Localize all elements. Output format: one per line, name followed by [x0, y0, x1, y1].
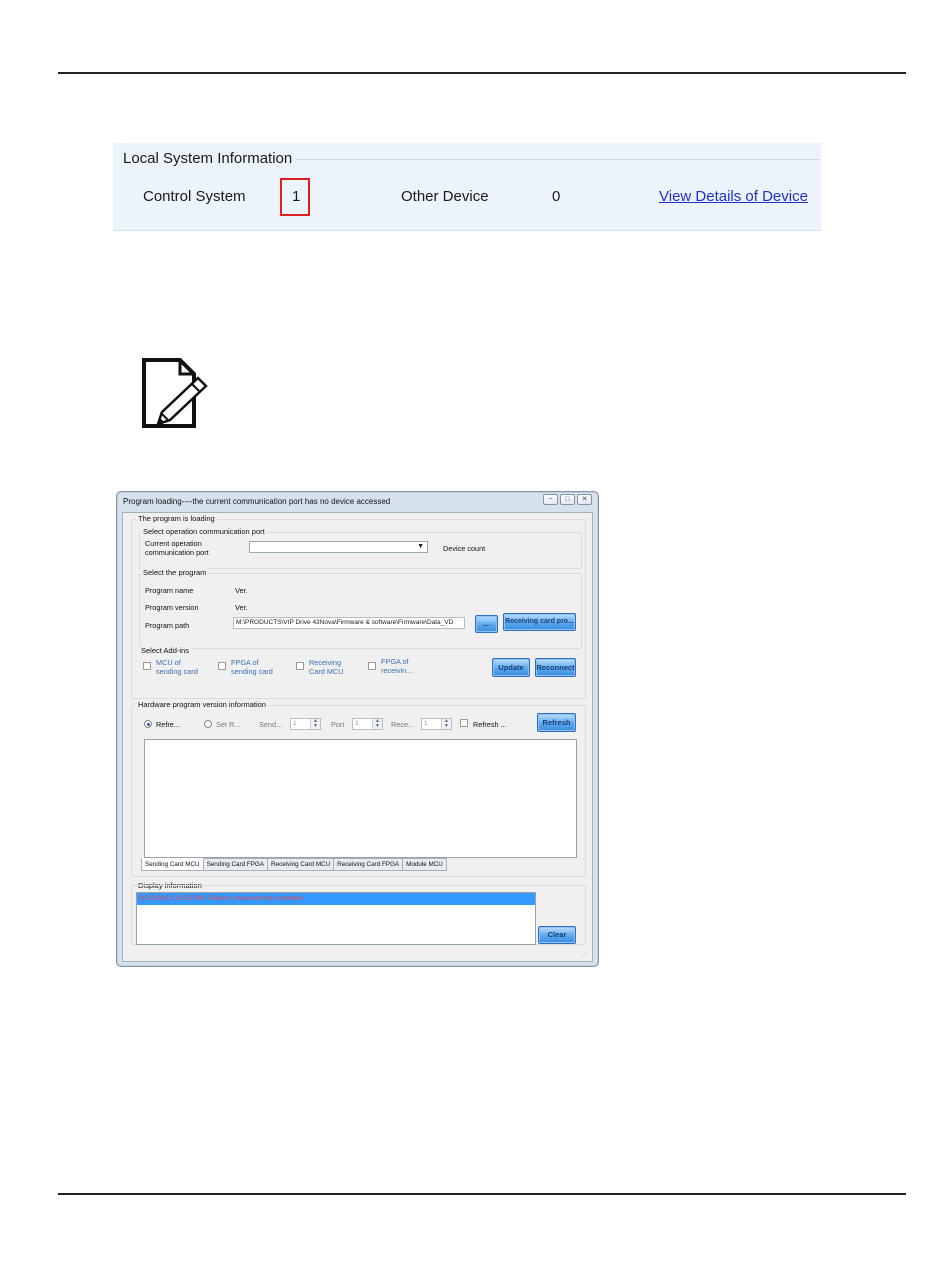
tab-module-mcu[interactable]: Module MCU: [403, 858, 447, 871]
tab-receiving-card-mcu[interactable]: Receiving Card MCU: [268, 858, 335, 871]
tab-sending-card-mcu[interactable]: Sending Card MCU: [141, 858, 204, 871]
port-stepper[interactable]: 1 ▲ ▼: [352, 718, 383, 730]
note-pencil-icon: [142, 358, 208, 428]
set-mode-radio[interactable]: [204, 720, 212, 728]
window-controls: − □ ✕: [543, 494, 592, 505]
panel-title: Local System Information: [123, 150, 297, 167]
dialog-client-area: The program is loading Select operation …: [122, 512, 593, 962]
addin-checkbox-mcu-sending[interactable]: [143, 662, 151, 670]
tab-receiving-card-fpga[interactable]: Receiving Card FPGA: [334, 858, 404, 871]
program-group: [139, 573, 582, 649]
minimize-button[interactable]: −: [543, 494, 558, 505]
refresh-mode-label: Refre...: [156, 720, 180, 729]
view-details-link[interactable]: View Details of Device: [659, 188, 808, 205]
send-stepper-value: 1: [293, 720, 297, 727]
other-device-label: Other Device: [401, 188, 489, 205]
display-info-log[interactable]: 5/13/2016 2:31:35 PM--Failed to reconnec…: [136, 892, 536, 945]
current-port-label: Current operation communication port: [145, 539, 209, 557]
program-path-field[interactable]: M:\PRODUCTS\VIP Drive 43Nova\Firmware & …: [233, 617, 465, 629]
refresh-mode-radio[interactable]: [144, 720, 152, 728]
receiving-card-program-button[interactable]: Receiving card pro...: [503, 613, 576, 631]
program-name-label: Program name: [145, 586, 194, 595]
addin-label-fpga-receiving: FPGA of receivin...: [381, 657, 413, 675]
send-stepper[interactable]: 1 ▲ ▼: [290, 718, 321, 730]
other-device-count: 0: [552, 188, 561, 205]
refresh-button[interactable]: Refresh: [537, 713, 576, 732]
dialog-title: Program loading----the current communica…: [123, 497, 391, 506]
device-count-label: Device count: [443, 544, 486, 553]
hardware-version-output[interactable]: [144, 739, 577, 858]
tab-sending-card-fpga[interactable]: Sending Card FPGA: [203, 858, 269, 871]
program-loading-dialog: Program loading----the current communica…: [116, 491, 599, 967]
program-version-value: Ver.: [235, 603, 248, 612]
port-label: Port: [331, 720, 345, 729]
communication-port-combo[interactable]: ▼: [249, 541, 428, 553]
receiving-stepper[interactable]: 1 ▲ ▼: [421, 718, 452, 730]
program-path-label: Program path: [145, 621, 190, 630]
program-group-label: Select the program: [141, 568, 209, 577]
log-entry[interactable]: 5/13/2016 2:31:35 PM--Failed to reconnec…: [137, 893, 535, 905]
program-loading-group-label: The program is loading: [136, 514, 217, 523]
stepper-arrows-icon[interactable]: ▲ ▼: [441, 719, 451, 729]
auto-refresh-checkbox[interactable]: [460, 719, 468, 727]
maximize-button[interactable]: □: [560, 494, 575, 505]
reconnect-button[interactable]: Reconnect: [535, 658, 576, 677]
addin-label-mcu-sending: MCU of sending card: [156, 658, 198, 676]
addin-checkbox-fpga-sending[interactable]: [218, 662, 226, 670]
port-stepper-value: 1: [355, 720, 359, 727]
program-version-label: Program version: [145, 603, 199, 612]
control-system-label: Control System: [143, 188, 246, 205]
send-label: Send...: [259, 720, 283, 729]
clear-button[interactable]: Clear: [538, 926, 576, 944]
receiving-label: Rece...: [391, 720, 415, 729]
chevron-down-icon: ▼: [417, 543, 424, 550]
addins-group-label: Select Add-ins: [139, 646, 191, 655]
auto-refresh-label: Refresh ...: [473, 720, 507, 729]
addin-label-mcu-receiving: Receiving Card MCU: [309, 658, 344, 676]
panel-divider: [295, 159, 821, 160]
browse-button[interactable]: ....: [475, 615, 498, 633]
hardware-version-group-label: Hardware program version information: [136, 700, 268, 709]
comm-port-group-label: Select operation communication port: [141, 527, 267, 536]
addin-checkbox-mcu-receiving[interactable]: [296, 662, 304, 670]
update-button[interactable]: Update: [492, 658, 530, 677]
addin-checkbox-fpga-receiving[interactable]: [368, 662, 376, 670]
receiving-stepper-value: 1: [424, 720, 428, 727]
set-mode-label: Set R...: [216, 720, 241, 729]
control-system-count: 1: [292, 188, 301, 205]
stepper-arrows-icon[interactable]: ▲ ▼: [372, 719, 382, 729]
header-rule: [58, 72, 906, 74]
footer-rule: [58, 1193, 906, 1195]
stepper-arrows-icon[interactable]: ▲ ▼: [310, 719, 320, 729]
resize-grip-icon[interactable]: ⋰: [582, 951, 590, 959]
program-name-value: Ver.: [235, 586, 248, 595]
close-button[interactable]: ✕: [577, 494, 592, 505]
hardware-tabs: Sending Card MCU Sending Card FPGA Recei…: [141, 858, 447, 871]
local-system-information-panel: Local System Information Control System …: [113, 143, 821, 231]
addin-label-fpga-sending: FPGA of sending card: [231, 658, 273, 676]
